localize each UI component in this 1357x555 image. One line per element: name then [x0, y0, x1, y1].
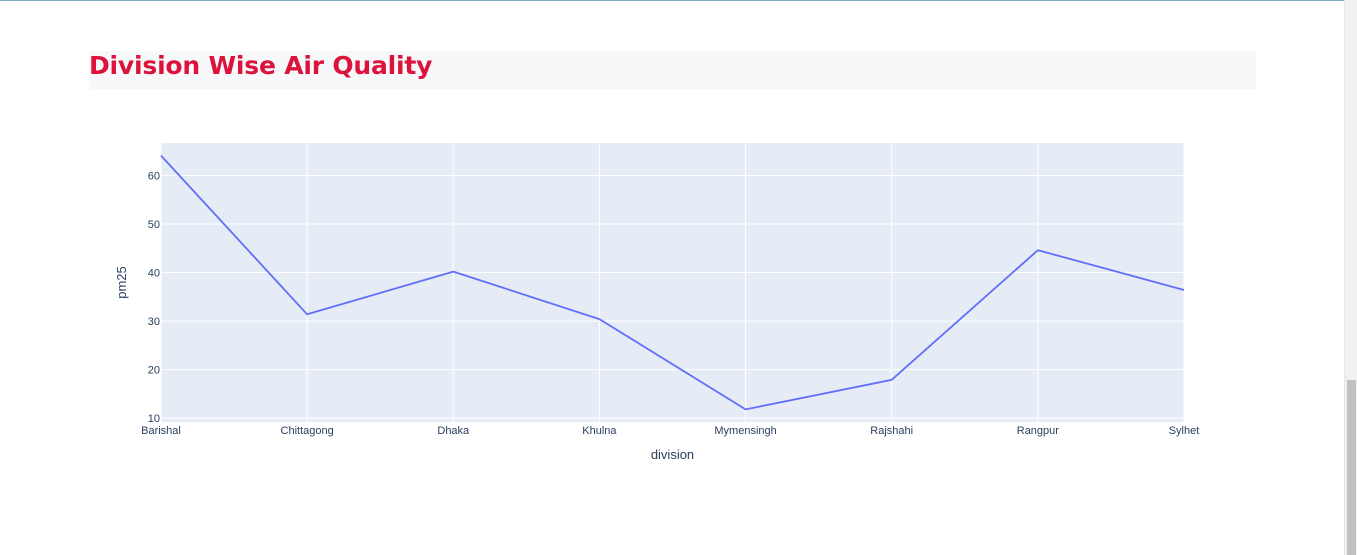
line-chart: Barishal Chittagong Dhaka Khulna Mymensingh R…: [0, 100, 1345, 500]
chart-svg: Barishal Chittagong Dhaka Khulna Mymensingh R…: [114, 143, 1199, 462]
x-tick-label: Chittagong: [281, 425, 334, 437]
vertical-scrollbar[interactable]: [1344, 0, 1357, 555]
scrollbar-thumb[interactable]: [1347, 380, 1356, 555]
top-divider: [0, 0, 1345, 1]
y-tick-label: 50: [148, 219, 160, 231]
y-axis-title: pm25: [114, 266, 129, 299]
x-tick-label: Sylhet: [1169, 425, 1200, 437]
y-tick-label: 60: [148, 171, 160, 183]
y-tick-label: 40: [148, 268, 160, 280]
y-tick-label: 30: [148, 316, 160, 328]
x-tick-label: Dhaka: [437, 425, 470, 437]
section-header: Division Wise Air Quality: [89, 51, 1256, 89]
x-tick-label: Khulna: [582, 425, 617, 437]
x-tick-labels: Barishal Chittagong Dhaka Khulna Mymensingh R…: [141, 425, 1199, 437]
x-tick-label: Barishal: [141, 425, 181, 437]
x-tick-label: Rangpur: [1017, 425, 1060, 437]
page: Division Wise Air Quality Barishal Chitta…: [0, 0, 1345, 555]
section-title: Division Wise Air Quality: [89, 51, 433, 80]
y-tick-label: 20: [148, 365, 160, 377]
x-tick-label: Mymensingh: [714, 425, 776, 437]
y-tick-labels: 10 20 30 40 50 60: [148, 171, 160, 426]
x-tick-label: Rajshahi: [870, 425, 913, 437]
y-tick-label: 10: [148, 413, 160, 425]
plot-area: [161, 143, 1184, 422]
x-axis-title: division: [651, 447, 694, 462]
